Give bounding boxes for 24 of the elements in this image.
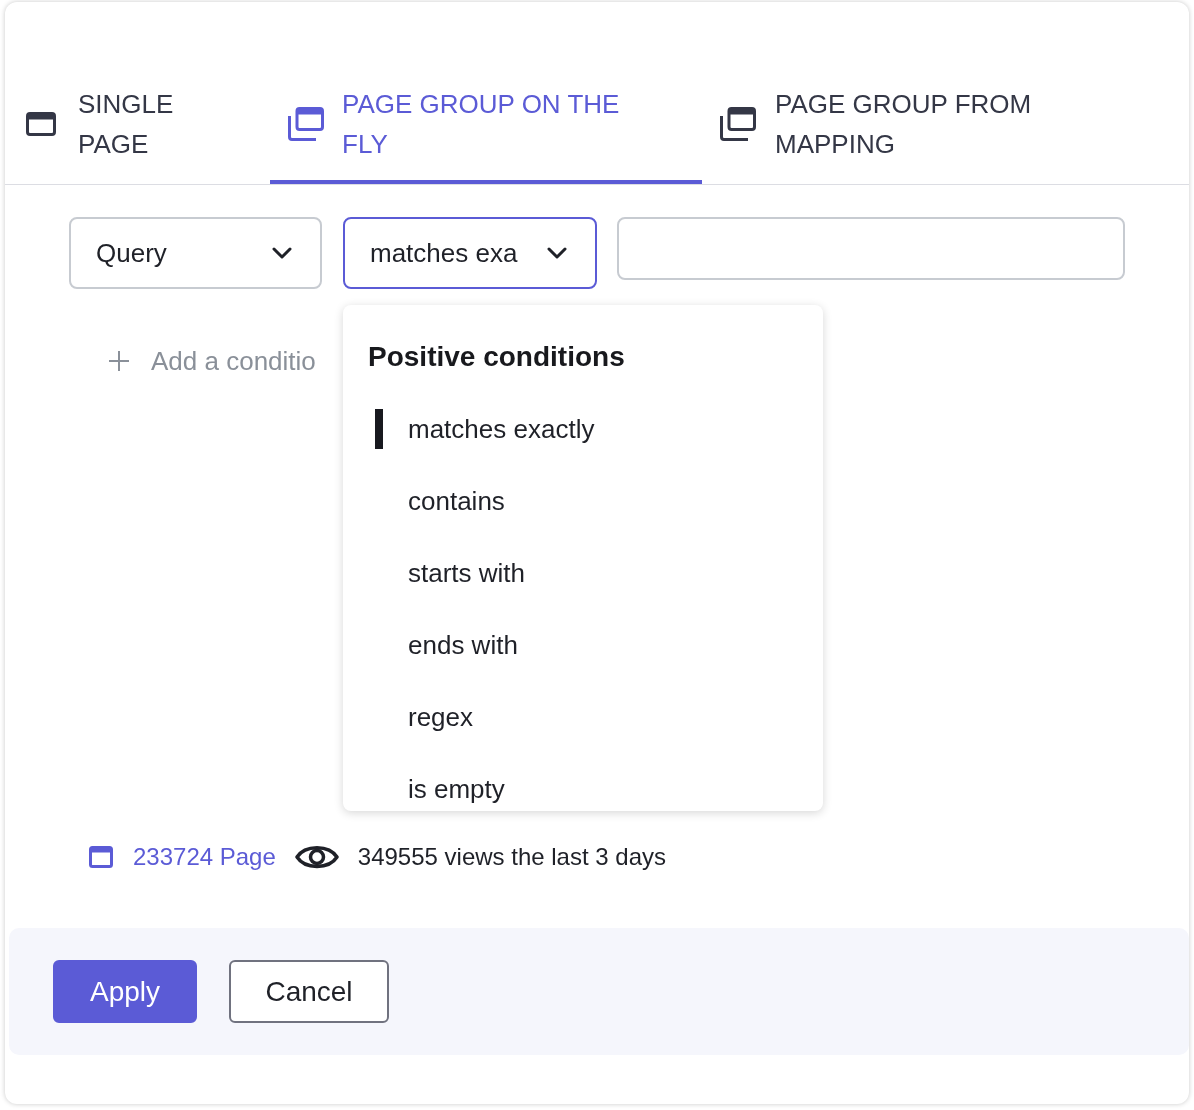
page-count-link[interactable]: 233724 Page <box>133 843 276 871</box>
tab[interactable]: PAGE GROUP ON THE FLY <box>270 70 702 184</box>
tab[interactable]: SINGLE PAGE <box>5 70 270 184</box>
menu-option[interactable]: regex <box>343 681 823 753</box>
menu-option[interactable]: is empty <box>343 753 823 811</box>
plus-icon <box>108 350 130 372</box>
stacked-windows-icon <box>720 107 756 141</box>
menu-option[interactable]: contains <box>343 465 823 537</box>
tab[interactable]: PAGE GROUP FROM MAPPING <box>702 70 1093 184</box>
stacked-windows-icon <box>288 107 324 141</box>
value-input-field[interactable] <box>617 217 1125 280</box>
menu-option[interactable]: ends with <box>343 609 823 681</box>
window-icon <box>26 112 56 136</box>
chevron-down-icon <box>272 247 292 259</box>
menu-option[interactable]: starts with <box>343 537 823 609</box>
chevron-down-icon <box>547 247 567 259</box>
menu-heading: Positive conditions <box>367 340 626 374</box>
operator-dropdown[interactable]: matches exa <box>343 217 597 289</box>
menu-option[interactable]: matches exactly <box>343 393 823 465</box>
window-icon <box>89 846 113 868</box>
apply-button[interactable]: Apply <box>53 960 197 1023</box>
cancel-button[interactable]: Cancel <box>229 960 389 1023</box>
field-dropdown[interactable]: Query <box>69 217 322 289</box>
views-text: 349555 views the last 3 days <box>357 843 666 871</box>
